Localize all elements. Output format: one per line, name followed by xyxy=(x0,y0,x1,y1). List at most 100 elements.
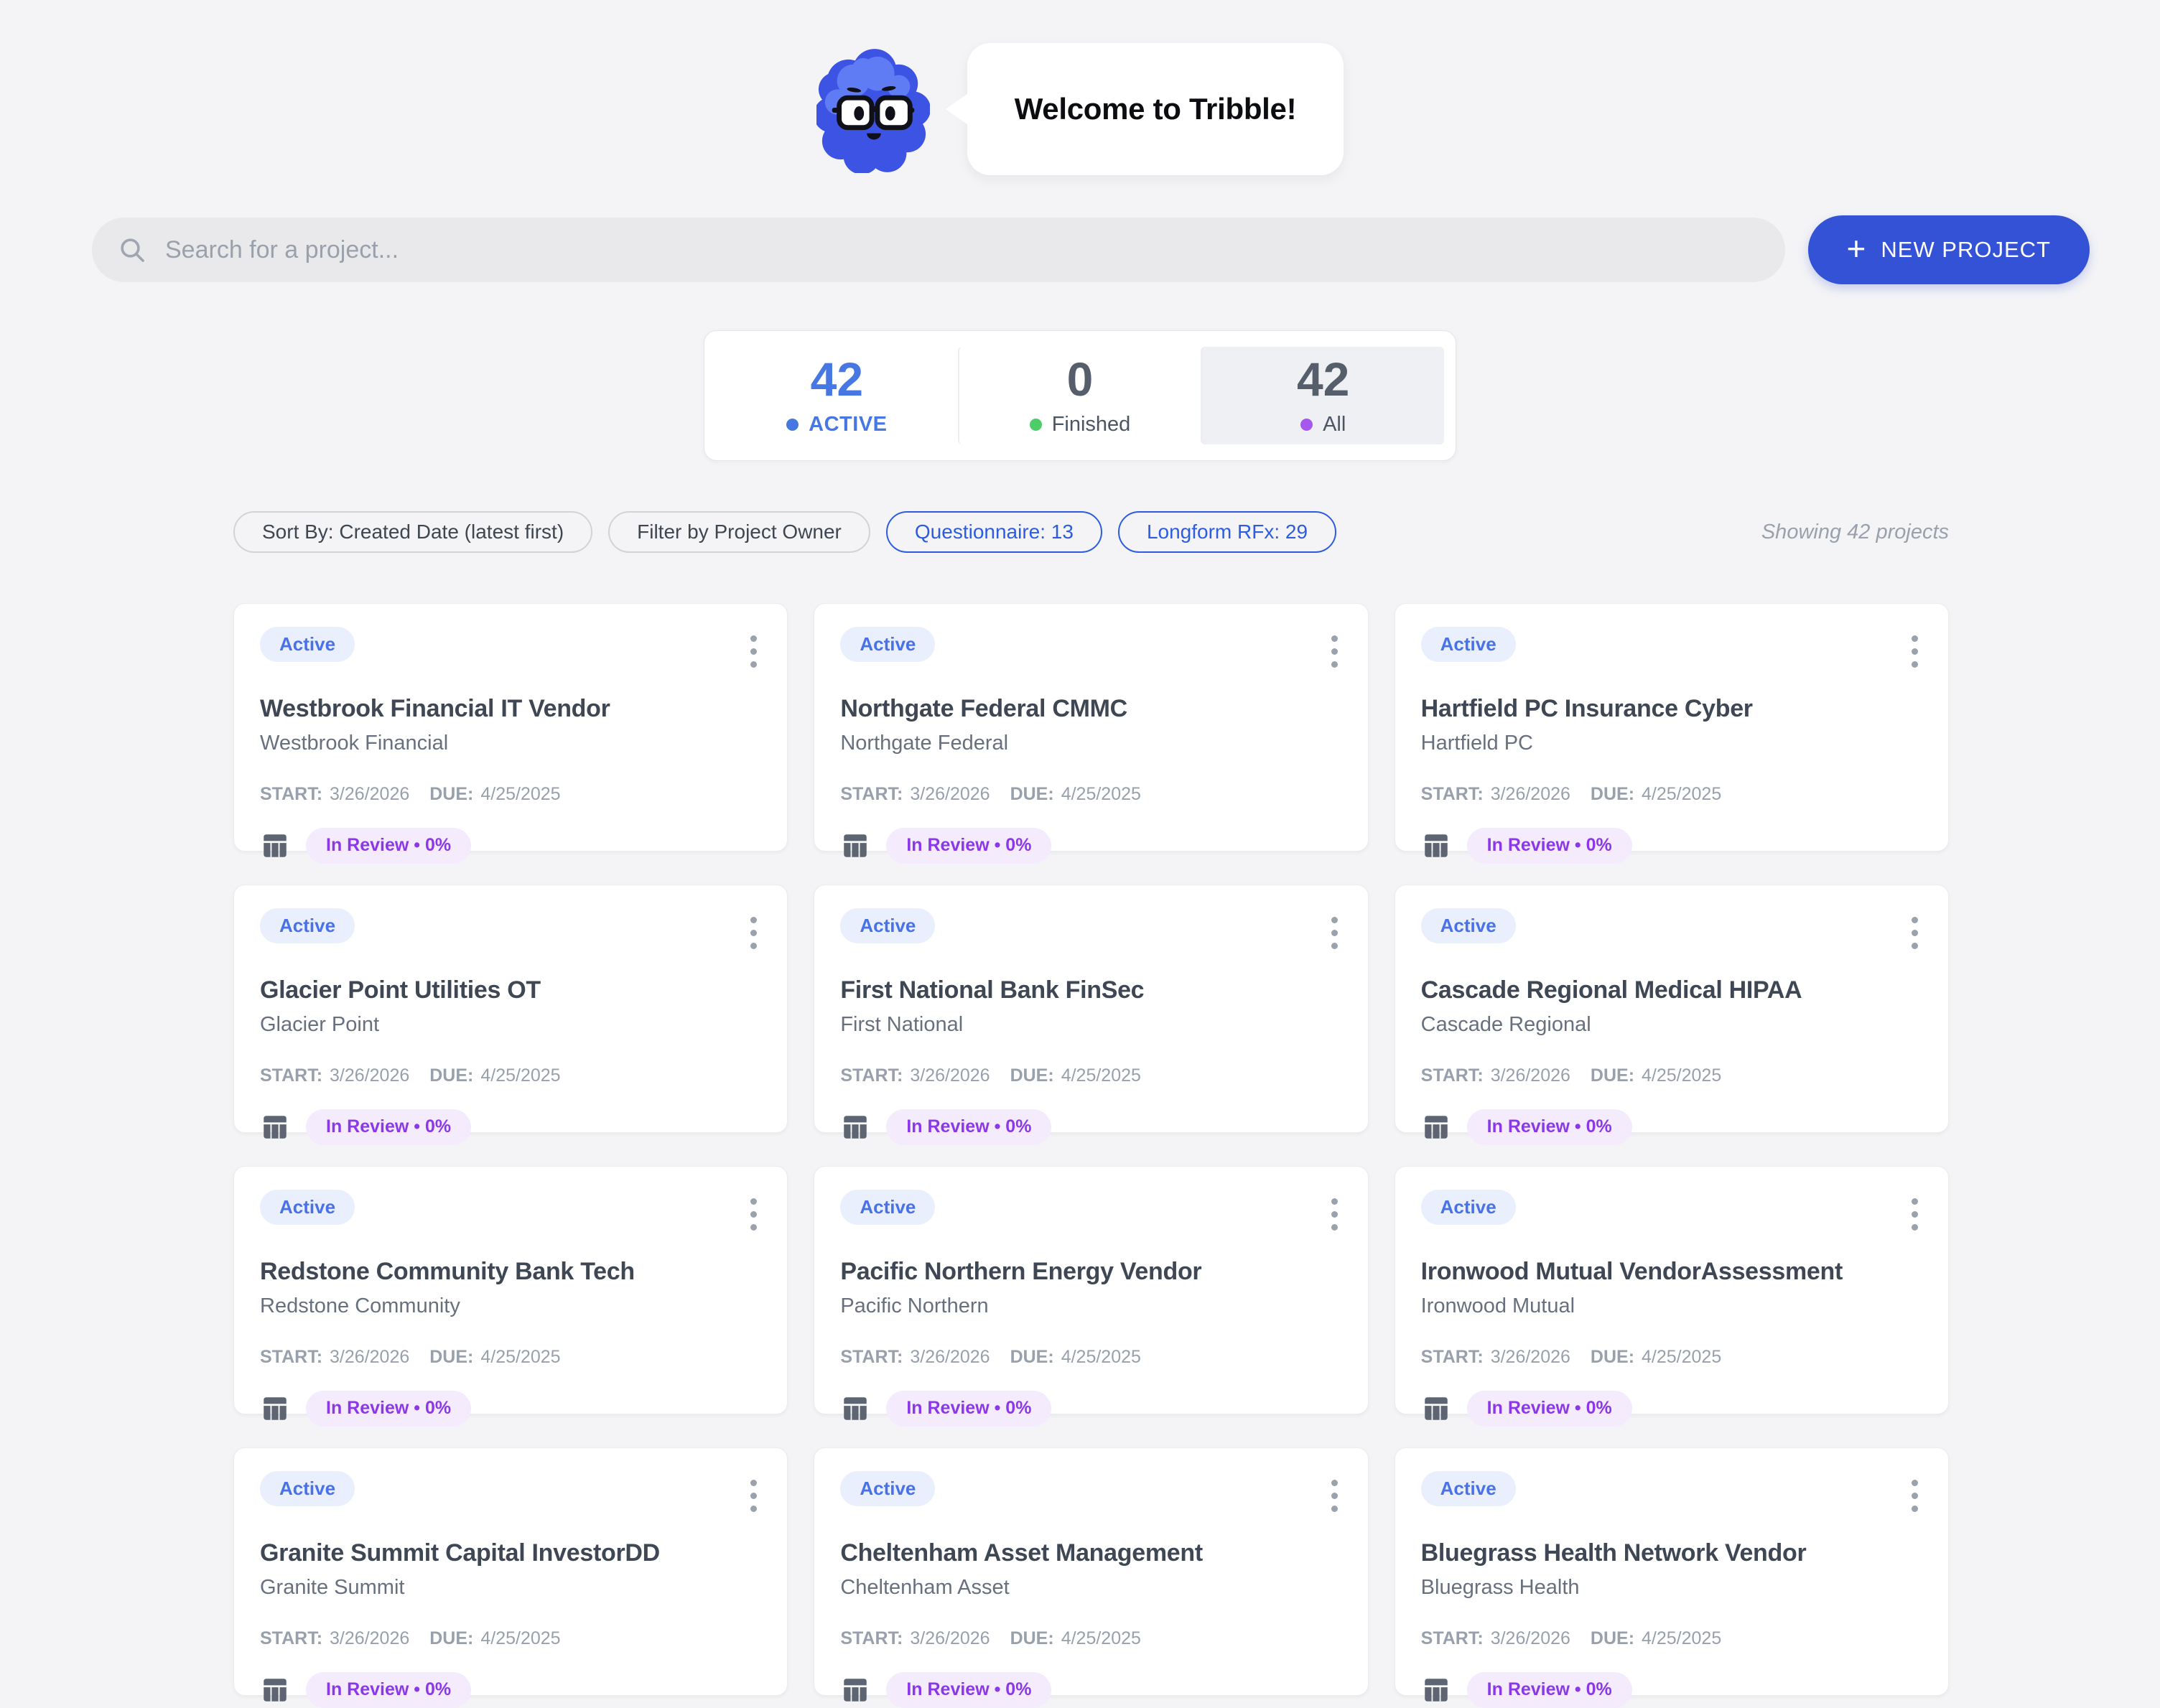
due-label: DUE: xyxy=(1010,1628,1054,1649)
kebab-menu-icon[interactable] xyxy=(746,630,761,673)
questionnaire-table-icon xyxy=(260,1112,290,1142)
due-label: DUE: xyxy=(1010,1347,1054,1368)
hero-header: Welcome to Tribble! xyxy=(0,0,2160,175)
welcome-text: Welcome to Tribble! xyxy=(1015,92,1297,126)
questionnaire-table-icon xyxy=(260,1394,290,1424)
project-title: Granite Summit Capital InvestorDD xyxy=(260,1539,761,1567)
project-card[interactable]: Active Pacific Northern Energy Vendor Pa… xyxy=(814,1166,1368,1414)
due-date: 4/25/2025 xyxy=(480,1347,560,1368)
due-label: DUE: xyxy=(1591,1347,1634,1368)
search-row: + NEW PROJECT xyxy=(92,215,2090,284)
tribble-mascot-logo xyxy=(816,45,930,173)
kebab-menu-icon[interactable] xyxy=(1327,1474,1342,1518)
kebab-menu-icon[interactable] xyxy=(746,1193,761,1236)
project-card[interactable]: Active Westbrook Financial IT Vendor Wes… xyxy=(233,603,788,851)
start-date: 3/26/2026 xyxy=(330,1065,409,1086)
due-date: 4/25/2025 xyxy=(1642,784,1721,805)
project-card[interactable]: Active Ironwood Mutual VendorAssessment … xyxy=(1395,1166,1949,1414)
finished-dot-icon xyxy=(1030,419,1042,431)
project-owner: First National xyxy=(840,1013,1341,1037)
due-date: 4/25/2025 xyxy=(480,1065,560,1086)
progress-pill: In Review • 0% xyxy=(306,1391,471,1427)
sort-by-chip[interactable]: Sort By: Created Date (latest first) xyxy=(233,511,592,553)
project-owner: Cheltenham Asset xyxy=(840,1576,1341,1600)
progress-pill: In Review • 0% xyxy=(1467,1391,1632,1427)
project-dates: START: 3/26/2026 DUE: 4/25/2025 xyxy=(1421,784,1922,805)
kebab-menu-icon[interactable] xyxy=(1907,630,1922,673)
start-date: 3/26/2026 xyxy=(330,784,409,805)
start-label: START: xyxy=(1421,1347,1484,1368)
start-date: 3/26/2026 xyxy=(910,784,990,805)
project-title: Cascade Regional Medical HIPAA xyxy=(1421,976,1922,1004)
project-dates: START: 3/26/2026 DUE: 4/25/2025 xyxy=(1421,1065,1922,1086)
welcome-speech-bubble: Welcome to Tribble! xyxy=(967,43,1344,175)
project-title: Cheltenham Asset Management xyxy=(840,1539,1341,1567)
kebab-menu-icon[interactable] xyxy=(1907,911,1922,955)
project-card[interactable]: Active Northgate Federal CMMC Northgate … xyxy=(814,603,1368,851)
project-card[interactable]: Active Cascade Regional Medical HIPAA Ca… xyxy=(1395,885,1949,1133)
start-date: 3/26/2026 xyxy=(1491,1347,1570,1368)
project-owner: Pacific Northern xyxy=(840,1294,1341,1318)
start-date: 3/26/2026 xyxy=(330,1628,409,1649)
project-card[interactable]: Active Bluegrass Health Network Vendor B… xyxy=(1395,1447,1949,1696)
start-label: START: xyxy=(840,1065,903,1086)
kebab-menu-icon[interactable] xyxy=(1907,1474,1922,1518)
project-card[interactable]: Active Cheltenham Asset Management Chelt… xyxy=(814,1447,1368,1696)
longform-rfx-filter-chip[interactable]: Longform RFx: 29 xyxy=(1118,511,1336,553)
due-date: 4/25/2025 xyxy=(480,784,560,805)
project-card[interactable]: Active First National Bank FinSec First … xyxy=(814,885,1368,1133)
project-owner: Glacier Point xyxy=(260,1013,761,1037)
due-date: 4/25/2025 xyxy=(1061,1347,1141,1368)
stats-segment-all[interactable]: 42 All xyxy=(1201,347,1444,444)
status-badge: Active xyxy=(260,908,355,943)
due-label: DUE: xyxy=(1591,784,1634,805)
questionnaire-table-icon xyxy=(840,1394,870,1424)
search-icon xyxy=(118,235,146,264)
due-date: 4/25/2025 xyxy=(1642,1628,1721,1649)
project-card[interactable]: Active Glacier Point Utilities OT Glacie… xyxy=(233,885,788,1133)
due-date: 4/25/2025 xyxy=(480,1628,560,1649)
due-label: DUE: xyxy=(429,1065,473,1086)
project-card[interactable]: Active Granite Summit Capital InvestorDD… xyxy=(233,1447,788,1696)
kebab-menu-icon[interactable] xyxy=(1907,1193,1922,1236)
search-input[interactable] xyxy=(164,235,1775,265)
project-owner: Granite Summit xyxy=(260,1576,761,1600)
start-label: START: xyxy=(260,1628,322,1649)
search-input-wrapper[interactable] xyxy=(92,218,1785,282)
active-dot-icon xyxy=(786,419,799,431)
kebab-menu-icon[interactable] xyxy=(1327,911,1342,955)
project-title: Glacier Point Utilities OT xyxy=(260,976,761,1004)
new-project-button[interactable]: + NEW PROJECT xyxy=(1808,215,2090,284)
kebab-menu-icon[interactable] xyxy=(1327,1193,1342,1236)
finished-count: 0 xyxy=(1067,355,1094,403)
status-badge: Active xyxy=(260,1190,355,1225)
start-label: START: xyxy=(1421,1628,1484,1649)
project-dates: START: 3/26/2026 DUE: 4/25/2025 xyxy=(840,1628,1341,1649)
status-badge: Active xyxy=(1421,1190,1516,1225)
due-date: 4/25/2025 xyxy=(1061,1628,1141,1649)
project-card[interactable]: Active Redstone Community Bank Tech Reds… xyxy=(233,1166,788,1414)
project-owner: Ironwood Mutual xyxy=(1421,1294,1922,1318)
questionnaire-filter-chip[interactable]: Questionnaire: 13 xyxy=(886,511,1102,553)
start-label: START: xyxy=(840,1628,903,1649)
start-label: START: xyxy=(1421,784,1484,805)
questionnaire-table-icon xyxy=(260,831,290,861)
showing-projects-text: Showing 42 projects xyxy=(1761,521,1949,544)
all-dot-icon xyxy=(1300,419,1313,431)
kebab-menu-icon[interactable] xyxy=(1327,630,1342,673)
status-badge: Active xyxy=(840,908,935,943)
stats-segment-active[interactable]: 42 ACTIVE xyxy=(716,347,958,444)
status-badge: Active xyxy=(1421,908,1516,943)
progress-pill: In Review • 0% xyxy=(306,828,471,864)
project-card[interactable]: Active Hartfield PC Insurance Cyber Hart… xyxy=(1395,603,1949,851)
filter-owner-chip[interactable]: Filter by Project Owner xyxy=(608,511,870,553)
project-dates: START: 3/26/2026 DUE: 4/25/2025 xyxy=(260,1628,761,1649)
kebab-menu-icon[interactable] xyxy=(746,1474,761,1518)
all-count: 42 xyxy=(1297,355,1349,403)
active-count: 42 xyxy=(811,355,863,403)
project-title: Hartfield PC Insurance Cyber xyxy=(1421,695,1922,723)
kebab-menu-icon[interactable] xyxy=(746,911,761,955)
progress-pill: In Review • 0% xyxy=(886,828,1051,864)
finished-label: Finished xyxy=(1052,413,1131,437)
stats-segment-finished[interactable]: 0 Finished xyxy=(958,347,1201,444)
